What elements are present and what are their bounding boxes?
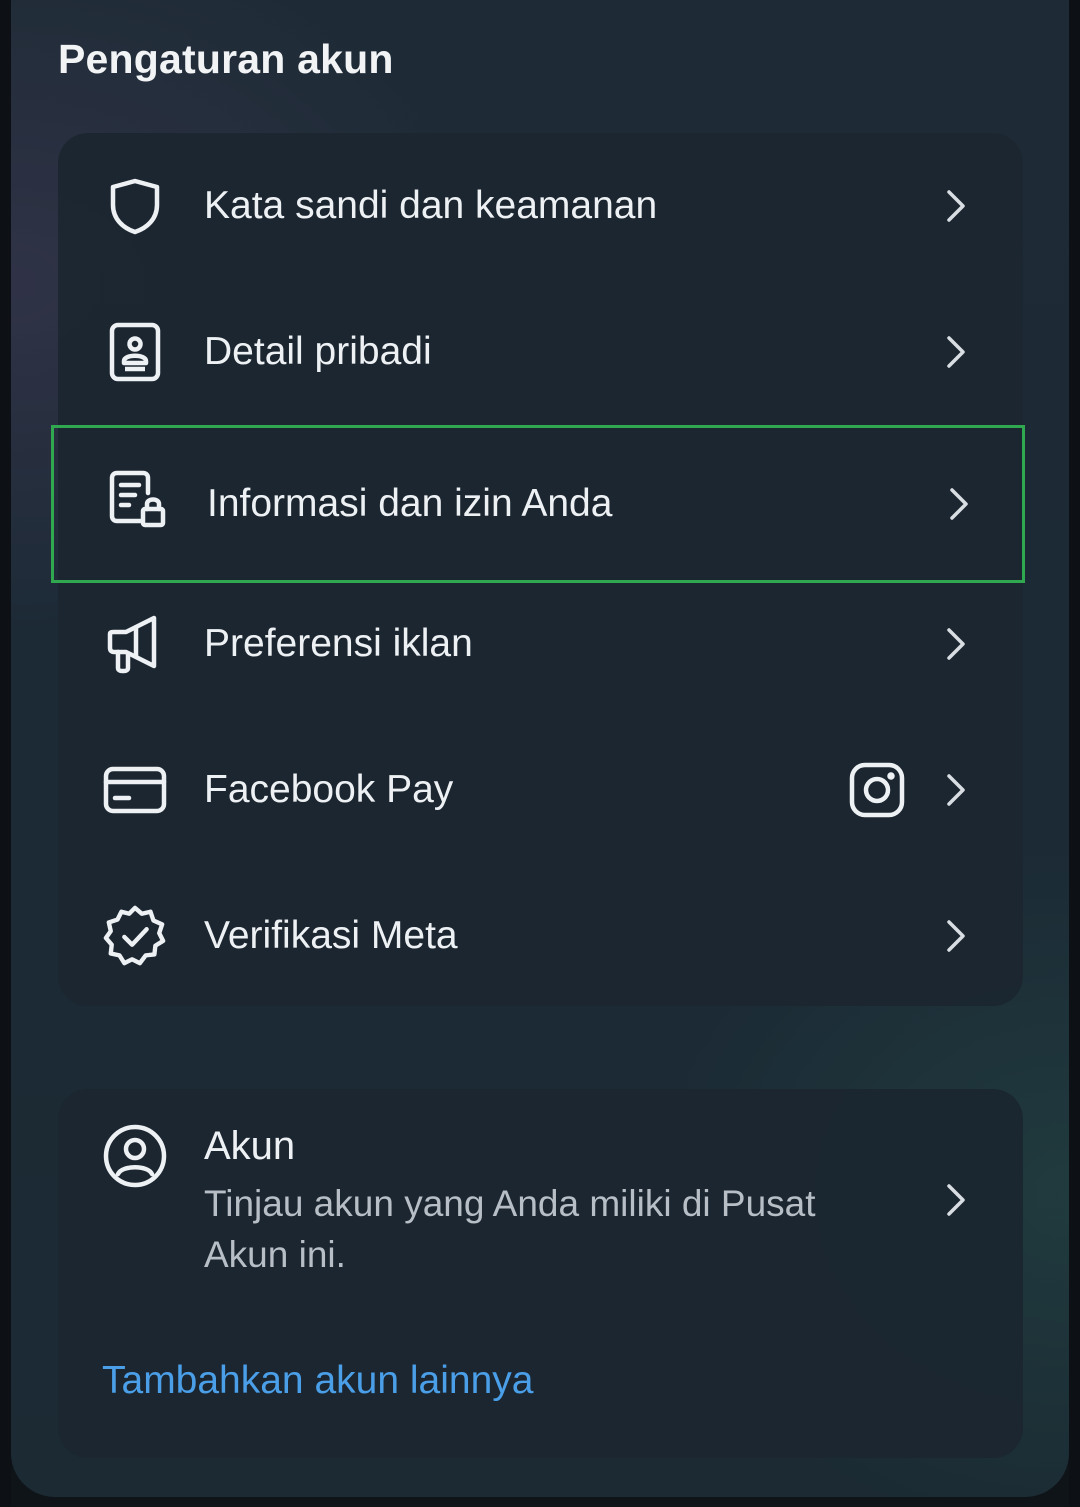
chevron-right-icon <box>947 628 965 660</box>
page-title: Pengaturan akun <box>58 36 394 82</box>
settings-item-label: Kata sandi dan keamanan <box>204 184 658 227</box>
user-circle-icon <box>103 1124 167 1188</box>
chevron-right-icon <box>947 190 965 222</box>
accounts-description: Tinjau akun yang Anda miliki di Pusat Ak… <box>204 1183 816 1275</box>
chevron-right-icon <box>947 336 965 368</box>
settings-item-facebook-pay[interactable]: Facebook Pay <box>51 717 1025 863</box>
instagram-icon <box>849 762 905 818</box>
settings-item-label: Facebook Pay <box>204 768 454 811</box>
id-card-icon <box>103 322 167 382</box>
megaphone-icon <box>103 614 167 674</box>
settings-item-label: Preferensi iklan <box>204 622 473 665</box>
document-lock-icon <box>106 470 170 530</box>
chevron-right-icon[interactable] <box>941 1180 971 1220</box>
settings-item-label: Verifikasi Meta <box>204 914 458 957</box>
settings-item-your-information-permissions[interactable]: Informasi dan izin Anda <box>51 425 1025 583</box>
credit-card-icon <box>103 760 167 820</box>
chevron-right-icon <box>947 920 965 952</box>
settings-item-meta-verified[interactable]: Verifikasi Meta <box>51 863 1025 1009</box>
settings-item-ad-preferences[interactable]: Preferensi iklan <box>51 571 1025 717</box>
chevron-right-icon <box>950 488 968 520</box>
settings-item-personal-details[interactable]: Detail pribadi <box>51 279 1025 425</box>
right-edge <box>1069 0 1080 1507</box>
add-more-accounts-link[interactable]: Tambahkan akun lainnya <box>102 1359 533 1403</box>
settings-item-label: Informasi dan izin Anda <box>207 482 613 525</box>
settings-item-password-security[interactable]: Kata sandi dan keamanan <box>51 133 1025 279</box>
chevron-right-icon <box>947 774 965 806</box>
verified-badge-icon <box>103 905 167 966</box>
left-edge <box>0 0 11 1507</box>
accounts-title[interactable]: Akun <box>204 1124 295 1169</box>
shield-icon <box>103 176 167 236</box>
settings-item-label: Detail pribadi <box>204 330 432 373</box>
